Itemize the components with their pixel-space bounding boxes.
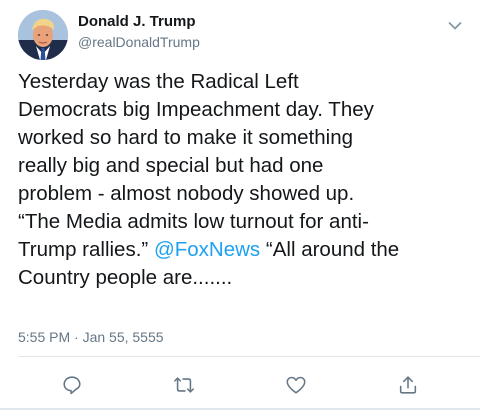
avatar[interactable] — [18, 10, 68, 60]
author-names: Donald J. Trump @realDonaldTrump — [78, 12, 200, 52]
mention-link[interactable]: @FoxNews — [154, 238, 260, 261]
tweet-header: Donald J. Trump @realDonaldTrump — [18, 10, 468, 60]
share-icon — [399, 376, 417, 394]
user-handle[interactable]: @realDonaldTrump — [78, 32, 200, 52]
tweet-text-line: really big and special but had one — [18, 154, 324, 177]
tweet-card: Donald J. Trump @realDonaldTrump Yesterd… — [0, 0, 480, 410]
tweet-text-line: Yesterday was the Radical Left — [18, 70, 299, 93]
tweet-text-line: worked so hard to make it something — [18, 126, 353, 149]
tweet-text: Yesterday was the Radical Left Democrats… — [18, 68, 470, 292]
action-bar — [0, 370, 480, 400]
tweet-text-segment: Trump rallies.” — [18, 238, 154, 261]
tweet-text-line: problem - almost nobody showed up. — [18, 182, 355, 205]
tweet-timestamp[interactable]: 5:55 PM · Jan 55, 5555 — [18, 329, 164, 345]
reply-button[interactable] — [57, 370, 87, 400]
tweet-text-line: Trump rallies.” @FoxNews “All around the — [18, 236, 470, 264]
tweet-text-segment: “All around the — [260, 238, 400, 261]
divider — [18, 356, 480, 357]
like-button[interactable] — [281, 370, 311, 400]
heart-icon — [286, 376, 306, 394]
retweet-icon — [174, 377, 194, 393]
tweet-text-line: Country people are....... — [18, 266, 233, 289]
share-button[interactable] — [393, 370, 423, 400]
display-name[interactable]: Donald J. Trump — [78, 12, 200, 32]
chevron-down-icon[interactable] — [448, 18, 462, 30]
tweet-text-line: “The Media admits low turnout for anti- — [18, 210, 369, 233]
profile-photo-icon — [18, 10, 68, 60]
retweet-button[interactable] — [169, 370, 199, 400]
reply-icon — [63, 376, 81, 395]
tweet-text-line: Democrats big Impeachment day. They — [18, 98, 374, 121]
